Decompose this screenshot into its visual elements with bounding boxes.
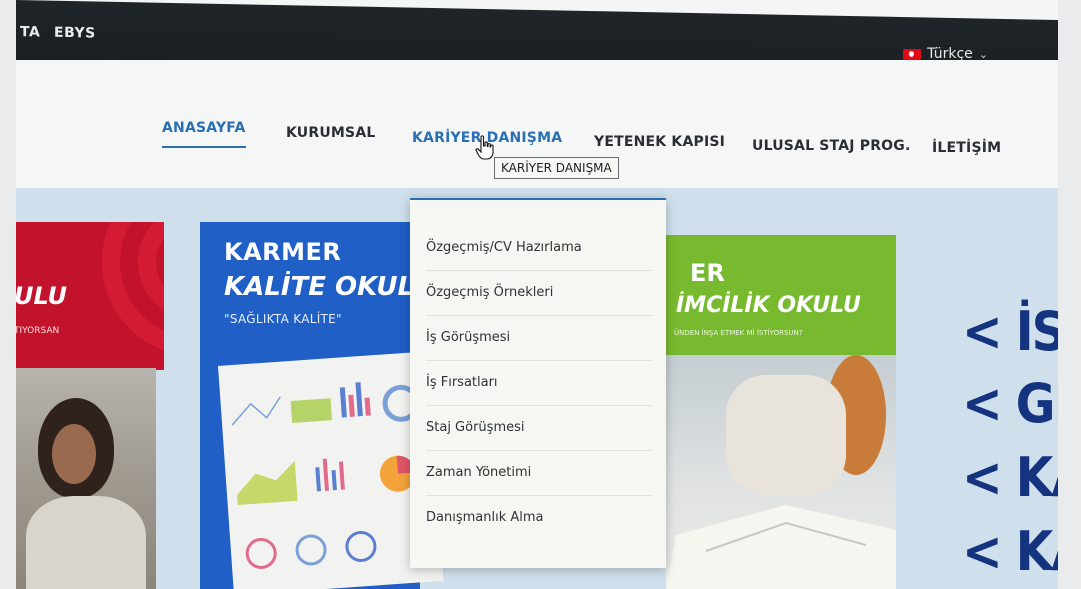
promo-card-red[interactable]: ULU TIYORSAN [16,222,164,370]
screen: TA EBYS Türkçe ⌄ ANASAYFA KURUMSAL KARİY… [16,0,1058,589]
menu-item-is-gorusmesi[interactable]: İş Görüşmesi [426,316,652,361]
turkey-flag-icon [903,48,922,60]
nav-tooltip: KARİYER DANIŞMA [494,157,619,179]
hand-cursor-icon [475,135,494,160]
nav-item-anasayfa[interactable]: ANASAYFA [162,120,246,148]
nav-item-kurumsal[interactable]: KURUMSAL [286,125,376,141]
nav-item-ulusal-staj[interactable]: ULUSAL STAJ PROG. [752,138,911,154]
banner-line-3: < KA [962,446,1058,509]
promo-green-title: ER [690,259,725,287]
banner-line-2: < GİF [962,372,1058,435]
promo-red-title: ULU [16,282,67,310]
menu-item-staj-gorusmesi[interactable]: Staj Görüşmesi [426,406,652,451]
promo-card-girisimcilik-okulu[interactable]: ER İMCİLİK OKULU ÜNDEN İNŞA ETMEK Mİ İST… [666,235,896,589]
topbar-link-ta[interactable]: TA [20,24,40,40]
kariyer-danisma-dropdown: Özgeçmiş/CV Hazırlama Özgeçmiş Örnekleri… [410,198,666,568]
menu-item-ozgecmis-cv[interactable]: Özgeçmiş/CV Hazırlama [426,226,652,271]
promo-blue-tagline: "SAĞLIKTA KALİTE" [224,312,342,326]
menu-item-ozgecmis-ornekleri[interactable]: Özgeçmiş Örnekleri [426,271,652,316]
topbar-link-ebys[interactable]: EBYS [54,25,96,42]
nav-item-iletisim[interactable]: İLETİŞİM [932,140,1001,156]
promo-green-title2: İMCİLİK OKULU [676,293,861,318]
promo-blue-title2: KALİTE OKULU [224,272,434,302]
menu-item-is-firsatlari[interactable]: İş Fırsatları [426,361,652,406]
promo-red-subtitle: TIYORSAN [16,326,60,336]
promo-photo-reading [666,355,896,589]
promo-blue-title: KARMER [224,238,342,266]
banner-line-1: < İST [962,300,1058,363]
menu-item-danismanlik-alma[interactable]: Danışmanlık Alma [426,496,652,540]
promo-photo-woman [16,368,156,589]
nav-item-yetenek-kapisi[interactable]: YETENEK KAPISI [594,134,725,150]
chevron-down-icon: ⌄ [978,47,988,61]
promo-card-kalite-okulu[interactable]: KARMER KALİTE OKULU "SAĞLIKTA KALİTE" [200,222,444,589]
menu-item-zaman-yonetimi[interactable]: Zaman Yönetimi [426,451,652,496]
promo-green-tagline: ÜNDEN İNŞA ETMEK Mİ İSTİYORSUN? [674,329,803,337]
banner-line-4: < KA [962,520,1058,583]
